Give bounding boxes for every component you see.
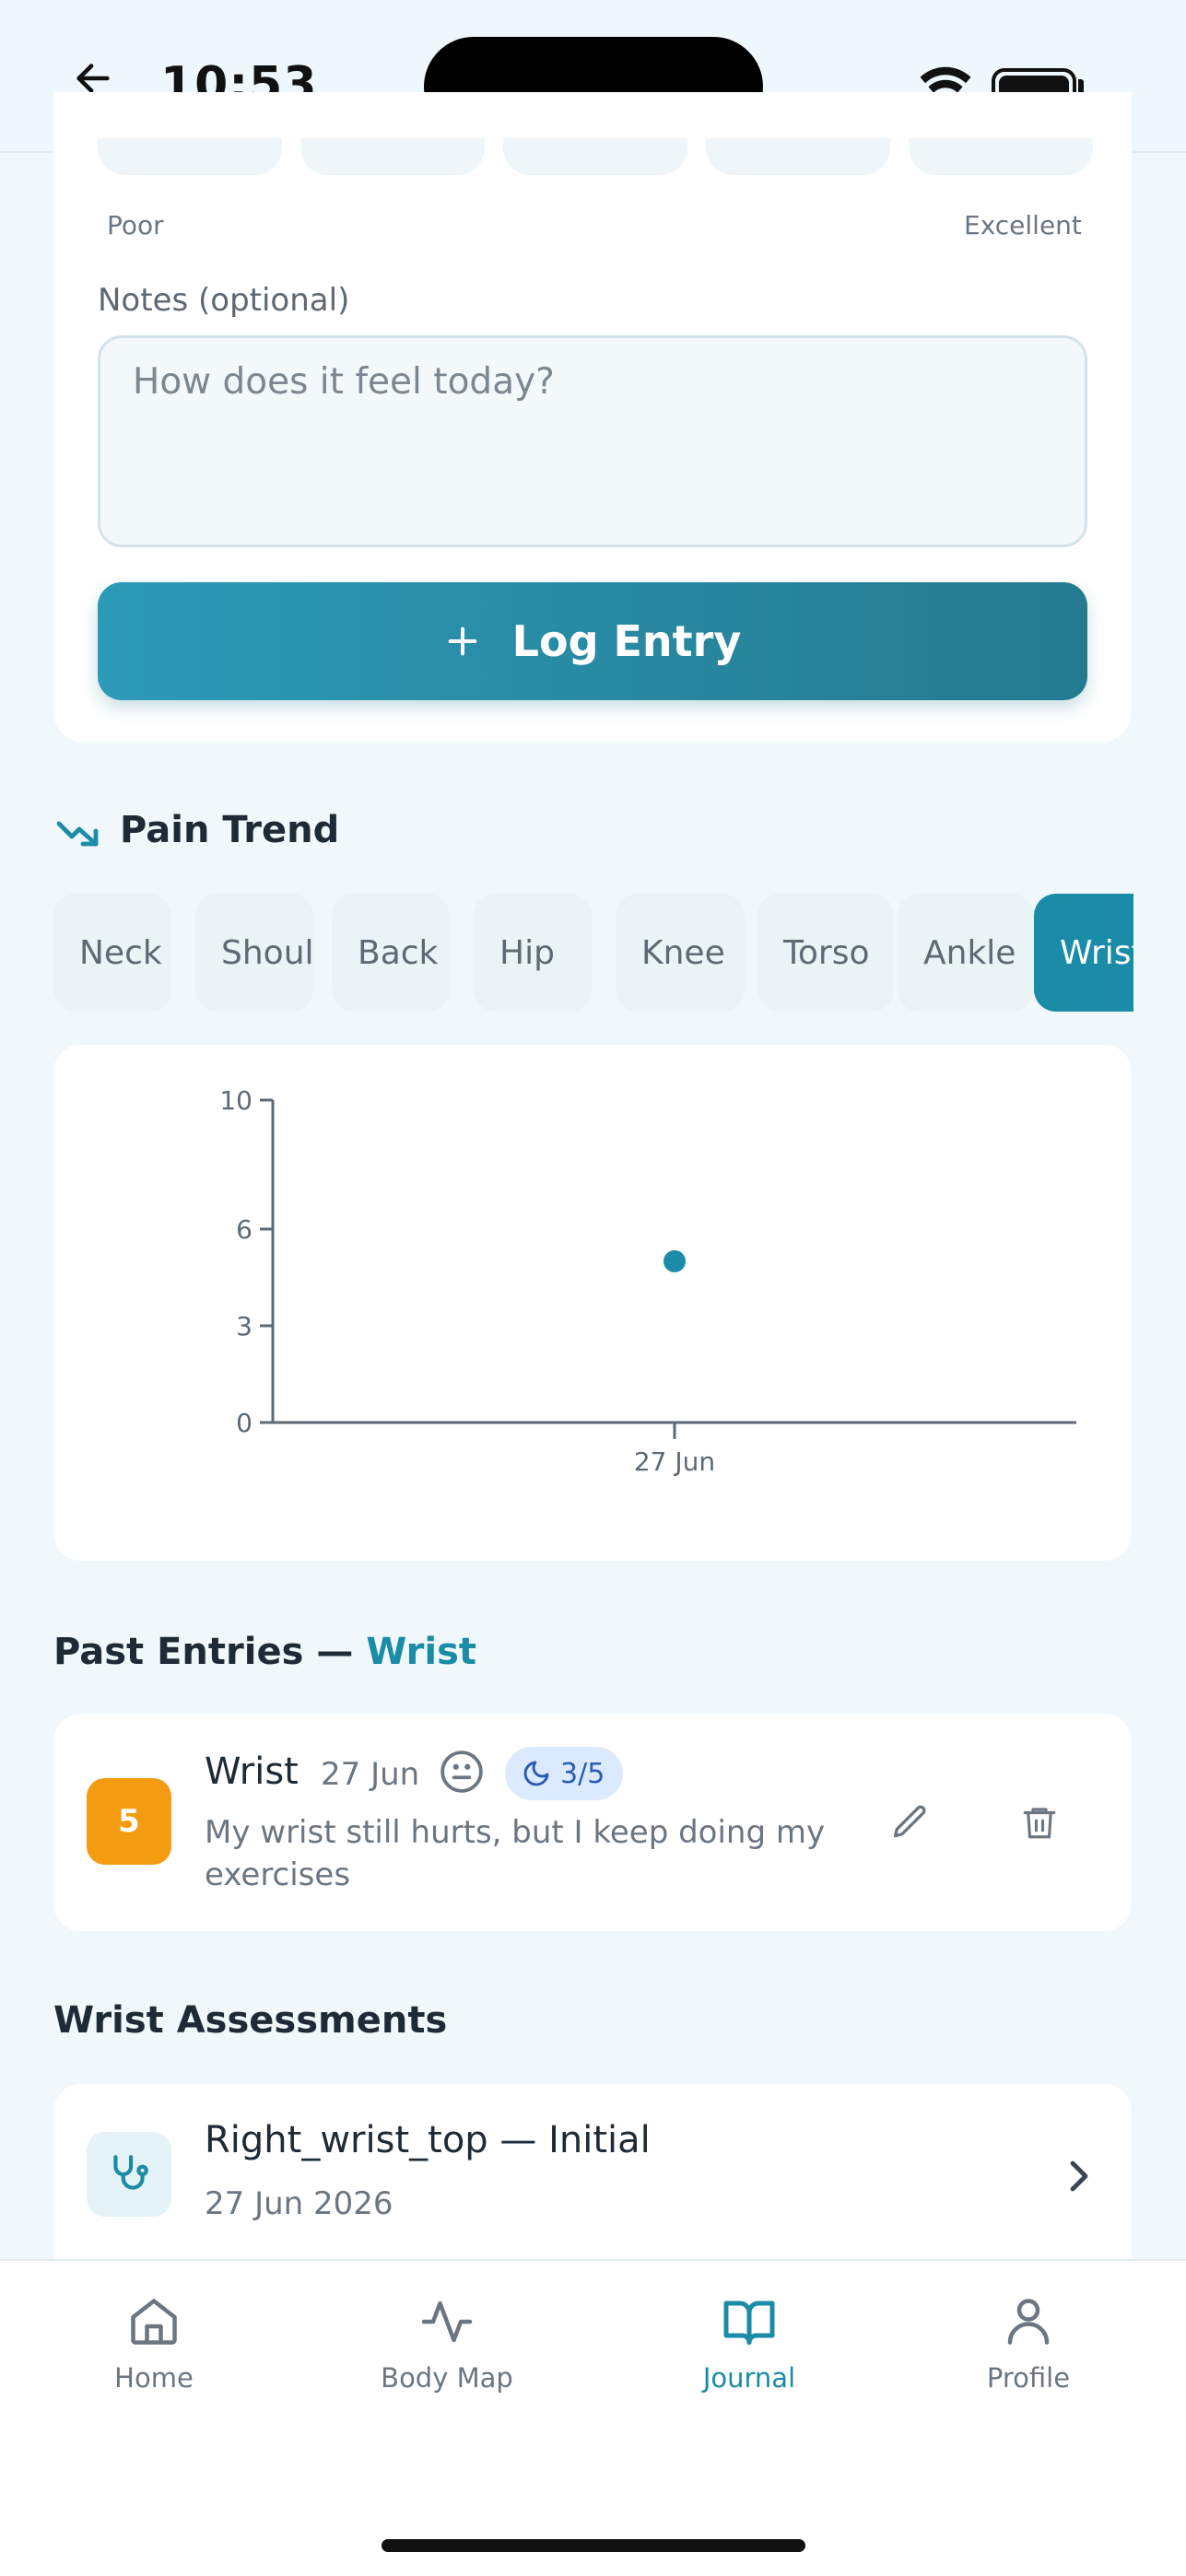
chip-label: Hip — [499, 933, 555, 972]
log-entry-label: Log Entry — [511, 616, 742, 666]
nav-home[interactable]: Home — [53, 2294, 255, 2394]
chip-label: Back — [358, 933, 439, 972]
pain-trend-title: Pain Trend — [120, 809, 340, 851]
rating-option-2[interactable] — [300, 138, 485, 175]
nav-body-map[interactable]: Body Map — [346, 2294, 548, 2394]
notes-label: Notes (optional) — [98, 282, 350, 319]
assessment-name: Right_wrist_top — Initial — [205, 2119, 651, 2161]
assessment-icon-box — [87, 2132, 171, 2217]
chip-torso[interactable]: Torso — [757, 894, 894, 1012]
chip-hip[interactable]: Hip — [474, 894, 592, 1012]
pain-trend-chart: 0 3 6 10 27 Jun — [219, 1085, 1076, 1477]
log-entry-button[interactable]: Log Entry — [98, 582, 1087, 700]
y-tick-label: 10 — [219, 1085, 252, 1116]
pencil-icon — [893, 1805, 926, 1838]
past-entries-title-region: Wrist — [366, 1631, 477, 1673]
chip-label: Ankle — [923, 933, 1016, 972]
assessments-title: Wrist Assessments — [53, 1999, 448, 2042]
chip-knee[interactable]: Knee — [616, 894, 745, 1012]
entry-date: 27 Jun — [321, 1756, 420, 1793]
assessment-date: 27 Jun 2026 — [205, 2185, 393, 2222]
assessment-card[interactable] — [53, 2084, 1132, 2268]
chip-back[interactable]: Back — [332, 894, 450, 1012]
scale-low-label: Poor — [107, 210, 164, 240]
trending-down-icon — [56, 821, 99, 847]
past-entries-title: Past Entries — Wrist — [53, 1631, 476, 1673]
moon-icon — [523, 1761, 549, 1786]
entry-note: My wrist still hurts, but I keep doing m… — [205, 1814, 826, 1893]
entry-region: Wrist — [205, 1751, 299, 1793]
nav-profile[interactable]: Profile — [927, 2294, 1130, 2394]
nav-journal[interactable]: Journal — [648, 2294, 851, 2394]
chip-label: Knee — [641, 933, 725, 972]
rating-option-1[interactable] — [98, 138, 282, 175]
trash-icon — [1023, 1808, 1056, 1839]
sleep-quality-value: 3/5 — [560, 1757, 605, 1790]
delete-entry-button[interactable] — [1012, 1795, 1067, 1850]
nav-label: Journal — [702, 2362, 796, 2394]
region-chip-row: Neck Shoulder Back Hip Knee Torso Ankle … — [53, 894, 1133, 1013]
home-icon — [131, 2299, 177, 2345]
rating-option-5[interactable] — [909, 138, 1093, 175]
chip-wrist[interactable]: Wrist — [1034, 894, 1133, 1012]
chip-label: Wrist — [1060, 933, 1133, 972]
scale-high-label: Excellent — [964, 210, 1082, 240]
pain-score-badge: 5 — [87, 1778, 171, 1865]
rating-option-4[interactable] — [706, 138, 890, 175]
x-tick-label: 27 Jun — [634, 1446, 715, 1477]
chip-label: Neck — [79, 933, 162, 972]
activity-icon — [421, 2301, 473, 2343]
chip-label: Shoulder — [221, 933, 313, 972]
y-tick-label: 3 — [236, 1311, 252, 1341]
data-point — [663, 1250, 686, 1272]
nav-label: Profile — [986, 2362, 1071, 2394]
edit-entry-button[interactable] — [883, 1795, 938, 1850]
y-tick-label: 0 — [236, 1408, 252, 1438]
plus-icon — [448, 626, 476, 656]
rating-option-3[interactable] — [503, 138, 687, 175]
notes-placeholder: How does it feel today? — [133, 361, 555, 403]
chip-neck[interactable]: Neck — [53, 894, 171, 1012]
chip-ankle[interactable]: Ankle — [898, 894, 1034, 1012]
y-tick-label: 6 — [236, 1214, 252, 1245]
nav-label: Home — [114, 2362, 194, 2394]
chip-shoulder[interactable]: Shoulder — [195, 894, 313, 1012]
past-entries-title-prefix: Past Entries — — [53, 1631, 354, 1673]
neutral-face-icon — [440, 1751, 483, 1793]
chip-label: Torso — [783, 933, 870, 972]
chevron-right-icon — [1070, 2160, 1088, 2192]
sleep-quality-badge: 3/5 — [505, 1747, 623, 1800]
stethoscope-icon — [113, 2155, 148, 2190]
user-icon — [1007, 2299, 1050, 2345]
book-icon — [723, 2301, 775, 2345]
nav-label: Body Map — [381, 2362, 513, 2394]
home-indicator — [382, 2539, 805, 2552]
